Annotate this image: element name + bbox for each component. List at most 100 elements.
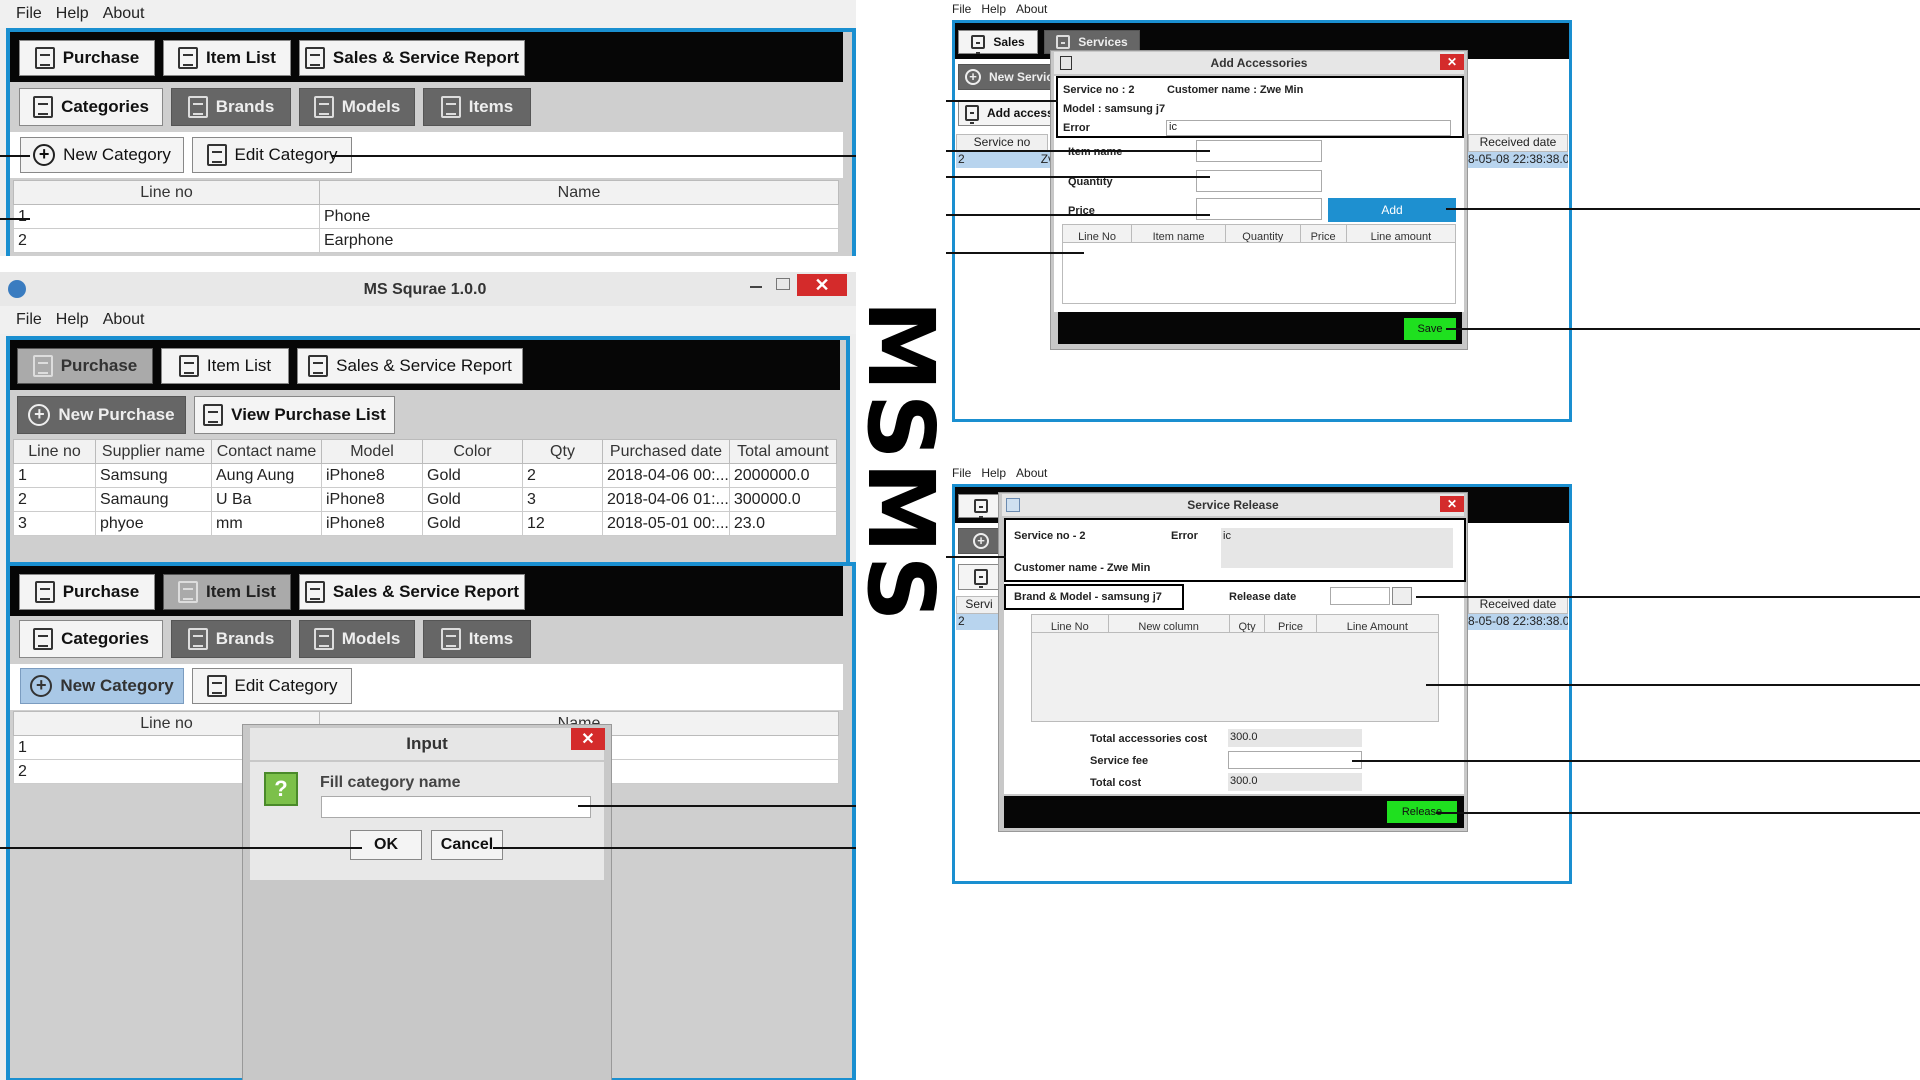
add-button[interactable]: Add bbox=[1328, 198, 1456, 222]
total-accessories-label: Total accessories cost bbox=[1090, 733, 1208, 745]
column-header[interactable]: Qty bbox=[522, 439, 603, 464]
minimize-icon[interactable] bbox=[750, 286, 762, 288]
column-header[interactable]: Purchased date bbox=[602, 439, 730, 464]
column-header[interactable]: Name bbox=[319, 180, 839, 205]
table-cell: 2018-04-06 00:... bbox=[602, 463, 730, 488]
total-accessories-field: 300.0 bbox=[1228, 729, 1362, 747]
table-cell: iPhone8 bbox=[321, 463, 423, 488]
maximize-icon[interactable] bbox=[776, 278, 790, 290]
dialog-title: Service Release bbox=[1002, 494, 1464, 516]
quantity-label: Quantity bbox=[1068, 176, 1113, 188]
cancel-button[interactable]: Cancel bbox=[431, 830, 503, 860]
error-field[interactable]: ic bbox=[1221, 528, 1453, 568]
new-purchase-button[interactable]: + New Purchase bbox=[17, 396, 186, 434]
purchase-button[interactable]: Purchase bbox=[19, 40, 155, 76]
item-list-button[interactable]: Item List bbox=[163, 574, 291, 610]
tab-brands[interactable]: Brands bbox=[171, 88, 291, 126]
category-name-input[interactable] bbox=[321, 796, 591, 818]
report-label: Sales & Service Report bbox=[336, 356, 512, 375]
annotation-line bbox=[1416, 596, 1920, 598]
dialog-footer bbox=[1058, 312, 1462, 344]
release-date-input[interactable] bbox=[1330, 587, 1390, 605]
report-button[interactable]: Sales & Service Report bbox=[297, 348, 523, 384]
add-accessories-button[interactable]: Add access bbox=[958, 100, 1062, 126]
menu-file[interactable]: File bbox=[16, 311, 42, 329]
table-row[interactable]: 2 bbox=[956, 614, 1002, 630]
menu-file[interactable]: File bbox=[952, 466, 971, 480]
menu-file[interactable]: File bbox=[952, 2, 971, 16]
column-header[interactable]: Total amount bbox=[728, 439, 838, 464]
menu-help[interactable]: Help bbox=[56, 311, 89, 329]
column-header[interactable]: Supplier name bbox=[95, 439, 212, 464]
total-cost-field: 300.0 bbox=[1228, 773, 1362, 791]
menu-about[interactable]: About bbox=[1016, 2, 1047, 16]
new-purchase-label: New Purchase bbox=[58, 405, 175, 424]
tab-categories[interactable]: Categories bbox=[19, 88, 163, 126]
quantity-input[interactable] bbox=[1196, 170, 1322, 192]
table-row[interactable]: 2 Zv bbox=[956, 152, 1060, 168]
tab-items[interactable]: Items bbox=[423, 620, 531, 658]
menu-file[interactable]: File bbox=[16, 5, 42, 23]
error-field[interactable]: ic bbox=[1166, 120, 1451, 136]
tab-models[interactable]: Models bbox=[299, 620, 415, 658]
table-row[interactable]: 2 Earphone bbox=[13, 228, 839, 253]
item-list-button[interactable]: Item List bbox=[161, 348, 289, 384]
screenshot-service-release: File Help About + Servi 2 Received date … bbox=[946, 460, 1920, 1080]
new-service-button[interactable]: + New Servic bbox=[958, 64, 1062, 90]
menu-about[interactable]: About bbox=[103, 5, 145, 23]
received-date-cell: 8-05-08 22:38:38.0 bbox=[1468, 614, 1568, 630]
table-cell: Gold bbox=[422, 463, 523, 488]
service-fee-input[interactable] bbox=[1228, 751, 1362, 769]
table-row[interactable]: 1 Samsung Aung Aung iPhone8 Gold 2 2018-04-06 … bbox=[13, 463, 838, 488]
item-list-button[interactable]: Item List bbox=[163, 40, 291, 76]
clipboard-icon bbox=[178, 355, 199, 377]
menu-about[interactable]: About bbox=[1016, 466, 1047, 480]
total-cost-label: Total cost bbox=[1090, 777, 1142, 789]
edit-category-button[interactable]: Edit Category bbox=[192, 137, 352, 173]
table-cell: 2018-04-06 01:... bbox=[602, 487, 730, 512]
price-input[interactable] bbox=[1196, 198, 1322, 220]
menu-about[interactable]: About bbox=[103, 311, 145, 329]
add-access-label: Add access bbox=[987, 106, 1054, 120]
close-icon[interactable]: ✕ bbox=[1440, 496, 1464, 512]
table-cell: 1 bbox=[13, 204, 320, 229]
calendar-icon[interactable] bbox=[1392, 587, 1412, 605]
report-button[interactable]: Sales & Service Report bbox=[299, 574, 525, 610]
view-purchase-list-button[interactable]: View Purchase List bbox=[194, 396, 395, 434]
table-row[interactable]: 2 Samaung U Ba iPhone8 Gold 3 2018-04-06 01:..… bbox=[13, 487, 838, 512]
tab-models[interactable]: Models bbox=[299, 88, 415, 126]
tab-items[interactable]: Items bbox=[423, 88, 531, 126]
close-icon[interactable]: ✕ bbox=[1440, 54, 1464, 70]
view-purchase-label: View Purchase List bbox=[231, 405, 386, 424]
close-icon[interactable]: ✕ bbox=[797, 274, 847, 296]
column-header[interactable]: Model bbox=[321, 439, 423, 464]
menu-help[interactable]: Help bbox=[56, 5, 89, 23]
purchase-button[interactable]: Purchase bbox=[19, 574, 155, 610]
tab-categories[interactable]: Categories bbox=[19, 620, 163, 658]
annotation-line bbox=[0, 218, 30, 220]
column-header[interactable]: Line no bbox=[13, 180, 320, 205]
column-header[interactable]: Line no bbox=[13, 439, 96, 464]
report-icon bbox=[304, 581, 325, 603]
sales-tab[interactable]: Sales bbox=[958, 30, 1038, 54]
column-header[interactable]: Contact name bbox=[211, 439, 322, 464]
table-row[interactable]: 3 phyoe mm iPhone8 Gold 12 2018-05-01 00:... 23… bbox=[13, 511, 838, 536]
new-category-button[interactable]: + New Category bbox=[20, 668, 184, 704]
report-button[interactable]: Sales & Service Report bbox=[299, 40, 525, 76]
tab-brands[interactable]: Brands bbox=[171, 620, 291, 658]
plus-icon: + bbox=[30, 675, 53, 697]
purchase-button[interactable]: Purchase bbox=[17, 348, 153, 384]
close-icon[interactable]: ✕ bbox=[571, 728, 605, 750]
menu-help[interactable]: Help bbox=[981, 2, 1006, 16]
ok-button[interactable]: OK bbox=[350, 830, 422, 860]
column-header[interactable]: Color bbox=[422, 439, 523, 464]
dialog-title: Add Accessories bbox=[1054, 52, 1464, 74]
table-row[interactable]: 1 Phone bbox=[13, 204, 839, 229]
received-date-cell: 8-05-08 22:38:38.0 bbox=[1468, 152, 1568, 168]
edit-icon bbox=[206, 144, 227, 166]
table-cell: 1 bbox=[13, 463, 96, 488]
item-name-input[interactable] bbox=[1196, 140, 1322, 162]
new-category-button[interactable]: + New Category bbox=[20, 137, 184, 173]
edit-category-button[interactable]: Edit Category bbox=[192, 668, 352, 704]
menu-help[interactable]: Help bbox=[981, 466, 1006, 480]
